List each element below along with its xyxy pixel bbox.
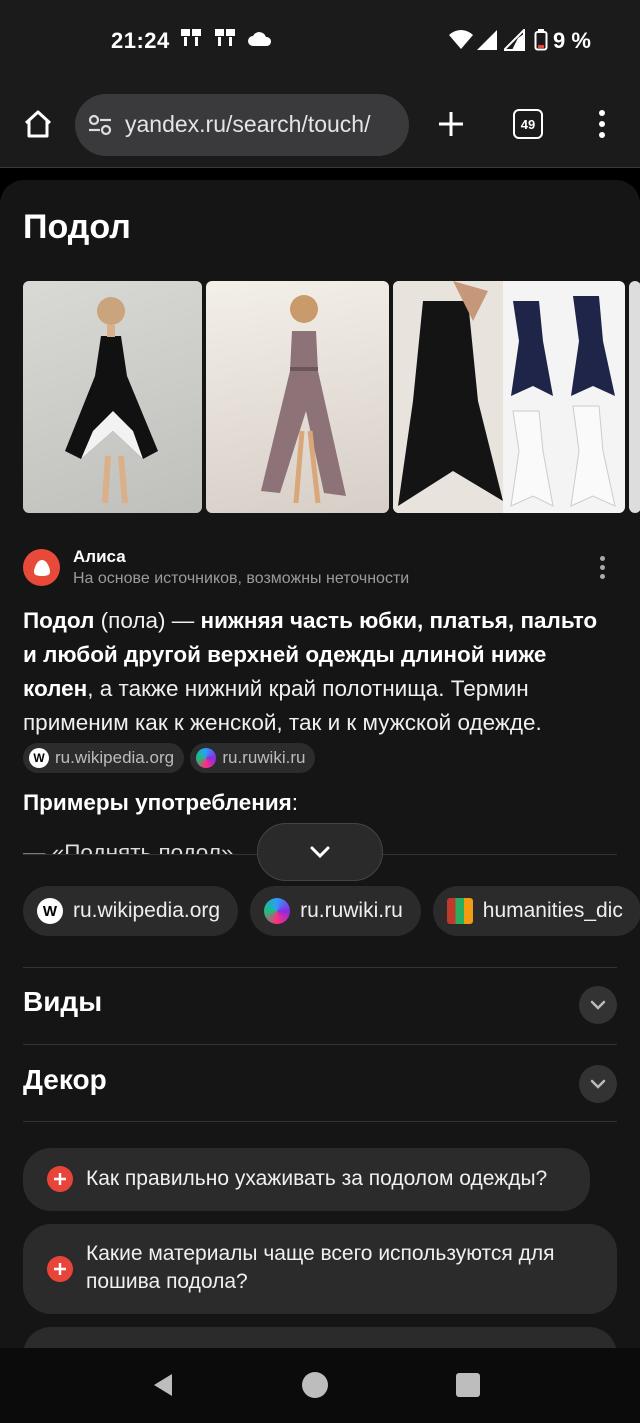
related-question[interactable]: Какие материалы чаще всего используются …	[23, 1224, 617, 1314]
answer-text: , а также нижний край полотнища. Термин …	[23, 676, 542, 735]
image-thumbnail[interactable]	[206, 281, 389, 513]
chevron-down-icon	[590, 1000, 606, 1010]
book-icon	[446, 898, 473, 924]
section-expand-button[interactable]	[579, 1065, 617, 1103]
section-expand-button[interactable]	[579, 986, 617, 1024]
address-bar[interactable]: yandex.ru/search/touch/	[75, 94, 409, 156]
divider	[23, 1044, 617, 1045]
source-chip-humanities[interactable]: humanities_dic	[432, 886, 640, 936]
divider	[23, 967, 617, 968]
examples-heading: Примеры употребления:	[23, 790, 299, 815]
wikipedia-icon: W	[37, 898, 63, 924]
status-time: 21:24	[111, 28, 170, 53]
plus-icon	[439, 112, 463, 136]
battery-icon	[534, 29, 548, 51]
image-thumbnail[interactable]	[23, 281, 202, 513]
alice-logo	[23, 549, 60, 586]
alice-name: Алиса	[73, 547, 126, 566]
page-title: Подол	[23, 208, 131, 246]
site-settings-icon[interactable]	[87, 112, 113, 138]
divider	[23, 1121, 617, 1122]
wifi-icon	[449, 30, 473, 49]
home-button[interactable]	[18, 104, 58, 144]
notification-app-icon-2	[215, 29, 235, 46]
dress-collage-photo	[393, 281, 616, 513]
alice-disclaimer: На основе источников, возможны неточност…	[73, 570, 410, 587]
alice-answer: Подол (пола) — нижняя часть юбки, платья…	[23, 604, 613, 774]
image-thumbnail[interactable]	[393, 281, 625, 513]
tab-switcher-button[interactable]: 49	[513, 109, 543, 139]
chevron-down-icon	[310, 846, 330, 859]
related-question[interactable]: Как правильно ухаживать за подолом одежд…	[23, 1148, 590, 1211]
back-icon[interactable]	[150, 1372, 176, 1398]
related-question-text: Как правильно ухаживать за подолом одежд…	[86, 1167, 548, 1190]
ruwiki-icon	[264, 898, 291, 924]
answer-text: (пола) —	[94, 608, 201, 633]
answer-term: Подол	[23, 608, 95, 633]
url-text: yandex.ru/search/touch/	[125, 111, 371, 137]
status-bar: 21:24 9 %	[0, 0, 640, 82]
inline-source-wikipedia[interactable]: Wru.wikipedia.org	[23, 743, 185, 774]
dress-photo	[261, 295, 346, 504]
sources-row: W ru.wikipedia.org ru.ruwiki.ru humaniti…	[23, 886, 640, 936]
home-nav-icon[interactable]	[302, 1372, 328, 1398]
related-question[interactable]	[23, 1327, 617, 1348]
source-chip-ruwiki[interactable]: ru.ruwiki.ru	[250, 886, 421, 936]
home-icon	[24, 110, 52, 138]
plus-icon	[47, 1256, 73, 1282]
battery-percentage: 9 %	[553, 28, 591, 53]
search-result-card: Подол Алиса На основе источников, возмож…	[0, 180, 640, 1348]
signal-roaming-icon	[504, 29, 525, 51]
example-text: — «Поднять подол»	[23, 840, 234, 855]
cloud-icon	[248, 32, 272, 46]
notification-app-icon	[181, 29, 201, 46]
image-thumbnail[interactable]	[629, 281, 640, 513]
browser-toolbar: yandex.ru/search/touch/ 49	[0, 82, 640, 168]
new-tab-button[interactable]	[433, 104, 469, 144]
browser-menu-button[interactable]	[590, 104, 614, 144]
source-chip-wikipedia[interactable]: W ru.wikipedia.org	[23, 886, 239, 936]
section-title-vidy[interactable]: Виды	[23, 986, 102, 1018]
wikipedia-icon: W	[29, 748, 49, 769]
system-navigation-bar	[0, 1348, 640, 1423]
section-title-dekor[interactable]: Декор	[23, 1064, 107, 1096]
signal-icon	[477, 30, 497, 50]
alice-icon	[33, 559, 50, 576]
expand-answer-button[interactable]	[257, 823, 383, 881]
ruwiki-icon	[196, 748, 217, 769]
related-question-text: Какие материалы чаще всего используются …	[86, 1242, 555, 1293]
recents-icon[interactable]	[456, 1373, 480, 1397]
alice-more-button[interactable]	[600, 556, 605, 579]
chevron-down-icon	[590, 1079, 606, 1089]
plus-icon	[47, 1166, 73, 1192]
dress-photo	[65, 297, 158, 504]
inline-source-ruwiki[interactable]: ru.ruwiki.ru	[190, 743, 316, 774]
